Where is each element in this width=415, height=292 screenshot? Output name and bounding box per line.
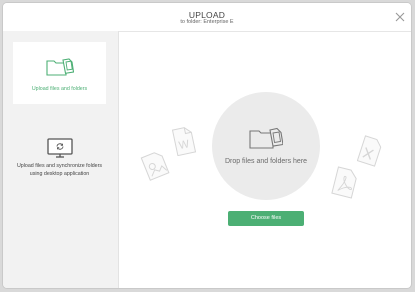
image-file-icon: [140, 152, 170, 181]
pdf-file-icon: [331, 166, 357, 199]
upload-options-sidebar: Upload files and folders Upload files an…: [3, 31, 119, 288]
dropzone-area[interactable]: W Drop files and folders here Choose fil…: [119, 31, 411, 288]
option-desktop-sync[interactable]: Upload files and synchronize folders usi…: [13, 137, 106, 197]
excel-file-icon: [357, 135, 382, 167]
word-doc-icon: W: [171, 127, 197, 156]
choose-files-button[interactable]: Choose files: [228, 211, 304, 226]
close-icon[interactable]: [394, 11, 406, 23]
dialog-header: UPLOAD to folder: Enterprise E: [3, 3, 411, 32]
drop-target-circle[interactable]: Drop files and folders here: [212, 92, 320, 200]
dialog-subtitle: to folder: Enterprise E: [180, 19, 234, 25]
option-label: Upload files and folders: [31, 86, 88, 92]
folder-files-icon: [249, 127, 283, 149]
upload-dialog: UPLOAD to folder: Enterprise E Upload fi…: [2, 2, 412, 289]
option-label: Upload files and synchronize folders usi…: [16, 163, 103, 177]
drop-instructions: Drop files and folders here: [224, 158, 308, 165]
option-upload-files-folders[interactable]: Upload files and folders: [13, 42, 106, 104]
folder-files-icon: [46, 58, 74, 76]
monitor-sync-icon: [47, 138, 73, 158]
